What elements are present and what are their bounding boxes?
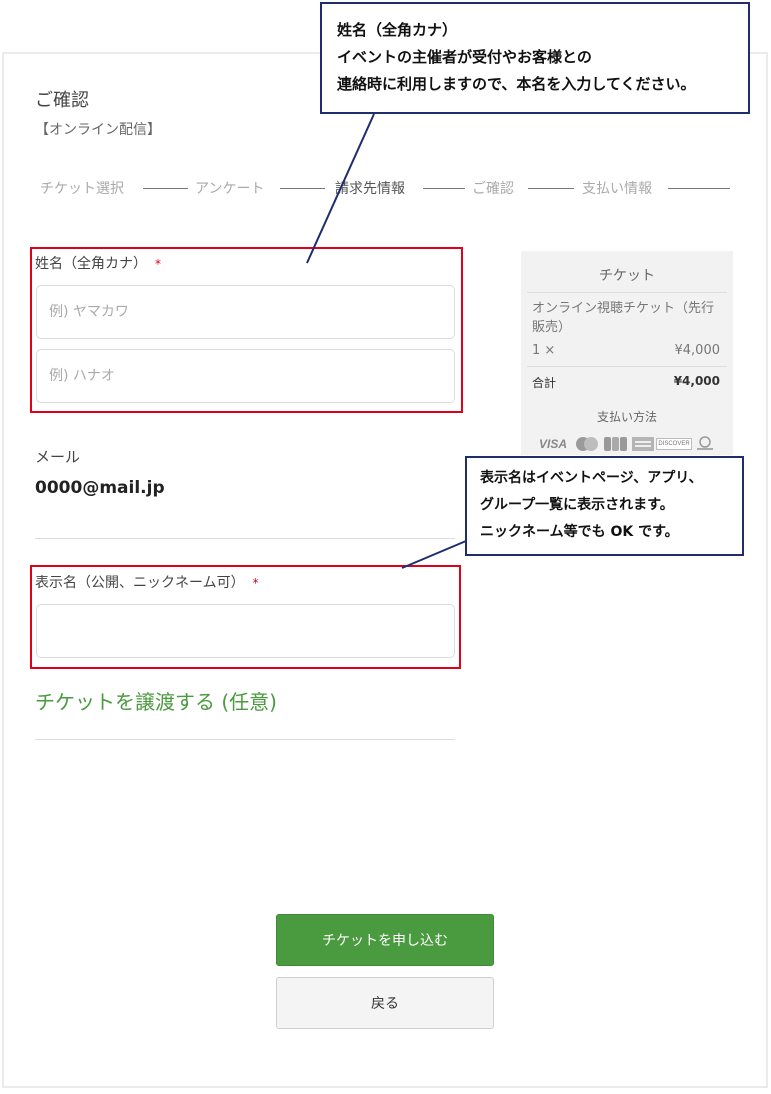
callout-title: 姓名（全角カナ） <box>337 21 458 39</box>
summary-divider <box>527 366 727 367</box>
last-name-kana-input[interactable] <box>36 285 455 339</box>
step-connector <box>423 188 465 189</box>
payment-methods-label: 支払い方法 <box>596 410 657 424</box>
diners-club-icon <box>694 436 716 452</box>
summary-item-name: オンライン視聴チケット（先行販売） <box>532 301 715 335</box>
visa-icon: VISA <box>536 436 570 452</box>
step-connector <box>528 188 574 189</box>
summary-divider <box>527 292 727 293</box>
summary-title: チケット <box>599 268 655 284</box>
callout-line: イベントの主催者が受付やお客様との <box>337 48 592 66</box>
first-name-kana-input[interactable] <box>36 349 455 403</box>
display-name-label-text: 表示名（公開、ニックネーム可） <box>35 575 245 591</box>
required-mark: * <box>252 576 259 590</box>
callout-line: 連絡時に利用しますので、本名を入力してください。 <box>337 75 696 93</box>
required-mark: * <box>155 257 161 271</box>
divider <box>35 538 455 539</box>
back-button[interactable]: 戻る <box>276 977 494 1029</box>
display-name-field-label: 表示名（公開、ニックネーム可） * <box>35 572 259 592</box>
apply-ticket-button[interactable]: チケットを申し込む <box>276 914 494 966</box>
summary-total-label: 合計 <box>532 376 557 390</box>
step-connector <box>143 188 188 189</box>
email-value: 0000@mail.jp <box>35 478 165 498</box>
divider <box>35 739 455 740</box>
step-payment-info: 支払い情報 <box>582 181 652 197</box>
page-title: ご確認 <box>35 90 89 111</box>
page-subtitle: 【オンライン配信】 <box>35 122 161 138</box>
summary-quantity: 1 × <box>532 343 556 358</box>
summary-total-value: ¥4,000 <box>673 374 720 388</box>
callout-line: ニックネーム等でも OK です。 <box>480 524 679 540</box>
visa-icon-text: VISA <box>538 437 567 451</box>
name-label-text: 姓名（全角カナ） <box>35 256 147 272</box>
transfer-ticket-link[interactable]: チケットを譲渡する (任意) <box>35 686 277 715</box>
step-survey: アンケート <box>195 181 265 197</box>
jcb-icon <box>604 436 628 452</box>
display-name-input[interactable] <box>36 604 455 658</box>
step-ticket-select: チケット選択 <box>40 181 124 197</box>
payment-card-icons: VISA DISCOVER <box>536 434 720 454</box>
discover-icon-text: DISCOVER <box>656 438 692 450</box>
callout-line: グループ一覧に表示されます。 <box>480 497 674 513</box>
summary-price: ¥4,000 <box>674 343 721 358</box>
step-connector <box>668 188 730 189</box>
step-billing-info: 請求先情報 <box>335 181 405 197</box>
amex-icon <box>632 436 654 452</box>
name-field-label: 姓名（全角カナ） * <box>35 253 161 273</box>
email-label: メール <box>35 448 81 466</box>
step-confirm: ご確認 <box>472 181 514 197</box>
order-summary: チケット オンライン視聴チケット（先行販売） 1 × ¥4,000 合計 ¥4,… <box>521 251 733 455</box>
mastercard-icon <box>574 436 600 452</box>
step-connector <box>280 188 325 189</box>
progress-steps: チケット選択 アンケート 請求先情報 ご確認 支払い情報 <box>40 178 732 198</box>
name-annotation-callout: 姓名（全角カナ） イベントの主催者が受付やお客様との 連絡時に利用しますので、本… <box>320 2 750 114</box>
discover-icon: DISCOVER <box>656 436 692 452</box>
display-name-annotation-callout: 表示名はイベントページ、アプリ、 グループ一覧に表示されます。 ニックネーム等で… <box>465 456 744 556</box>
callout-line: 表示名はイベントページ、アプリ、 <box>480 470 703 486</box>
